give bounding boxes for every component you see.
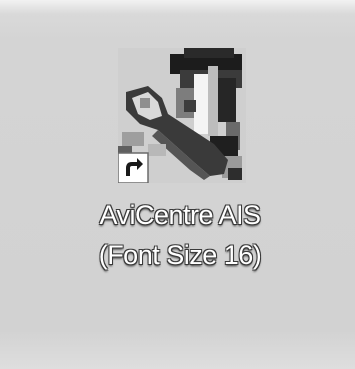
desktop-shortcut-avicentre-ais[interactable]: AviCentre AIS (Font Size 16)	[72, 38, 288, 300]
desktop: AviCentre AIS (Font Size 16)	[0, 0, 355, 369]
wrench-screwdriver-app-icon[interactable]	[118, 48, 246, 183]
shortcut-label-line1[interactable]: AviCentre AIS	[72, 198, 288, 232]
shortcut-label-line2[interactable]: (Font Size 16)	[72, 238, 288, 272]
